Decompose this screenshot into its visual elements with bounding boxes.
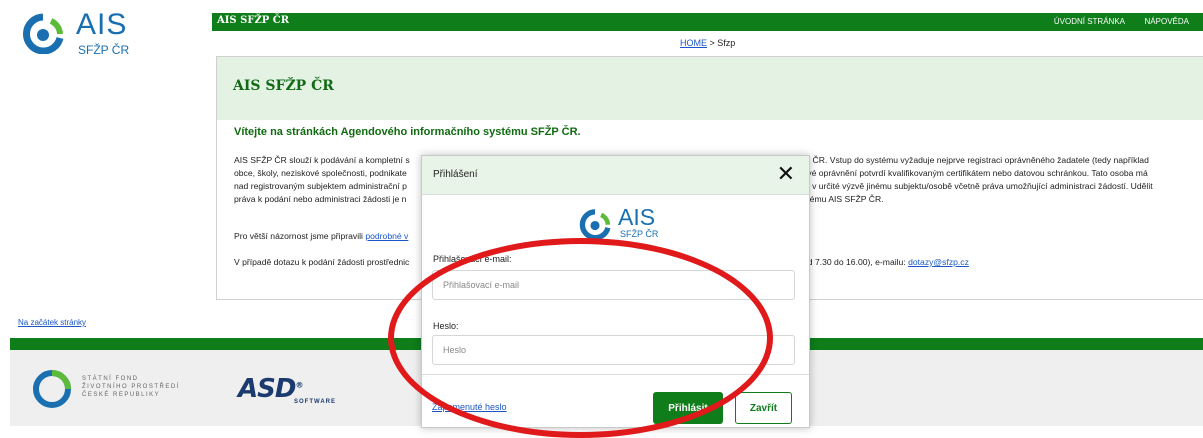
top-nav-bar: AIS SFŽP ČR ÚVODNÍ STRÁNKA NÁPOVĚDA (212, 13, 1203, 31)
ais-logo[interactable]: AIS SFŽP ČR (18, 8, 158, 60)
contact-hours: od 7.30 do 16.00), e-mailu: (803, 257, 906, 267)
forgot-password-link[interactable]: Zapomenuté heslo (432, 402, 507, 412)
contact-text-right: od 7.30 do 16.00), e-mailu: dotazy@sfzp.… (803, 256, 969, 269)
breadcrumb-separator: > (709, 38, 715, 48)
intro-text-right-4: stému AIS SFŽP ČR. (803, 194, 884, 204)
ais-logo-icon (23, 13, 64, 54)
password-label: Heslo: (433, 321, 459, 331)
modal-footer-divider (422, 374, 809, 375)
asd-registered-mark: ® (295, 380, 303, 390)
contact-email-link[interactable]: dotazy@sfzp.cz (908, 257, 969, 267)
guide-link[interactable]: podrobné v (365, 231, 408, 241)
close-button[interactable]: Zavřít (735, 392, 792, 424)
sfzp-text-line-3: ČESKÉ REPUBLIKY (82, 392, 161, 398)
guide-text: Pro větší názornost jsme připravili podr… (234, 230, 408, 243)
sfzp-text-line-1: STÁTNÍ FOND (82, 376, 139, 382)
logo-ais-text: AIS (76, 8, 128, 41)
panel-header: AIS SFŽP ČR (217, 57, 1203, 120)
email-field[interactable] (432, 270, 795, 300)
modal-ais-logo-icon (579, 209, 611, 240)
asd-software-text: SOFTWARE (294, 399, 336, 405)
login-button[interactable]: Přihlásit (653, 392, 723, 424)
breadcrumb: HOME > Sfzp (680, 38, 735, 48)
modal-header: Přihlášení ✕ (422, 156, 809, 195)
intro-text-right-2: své oprávnění potvrdí kvalifikovaným cer… (803, 168, 1148, 178)
modal-logo-sub-text: SFŽP ČR (620, 229, 659, 239)
sfzp-text-line-2: ŽIVOTNÍHO PROSTŘEDÍ (82, 384, 180, 390)
brand-title: AIS SFŽP ČR (217, 15, 290, 26)
contact-text-left: V případě dotazu k podání žádosti prostř… (234, 257, 410, 267)
login-modal: Přihlášení ✕ AIS SFŽP ČR Přihlašovací e-… (421, 155, 810, 428)
intro-text-right-1: dí ČR. Vstup do systému vyžaduje nejprve… (803, 155, 1149, 165)
intro-text-left-3: nad registrovaným subjektem administračn… (234, 181, 407, 191)
nav-home-link[interactable]: ÚVODNÍ STRÁNKA (1054, 17, 1125, 26)
guide-text-prefix: Pro větší názornost jsme připravili (234, 231, 363, 241)
modal-logo-ais-text: AIS (618, 204, 656, 230)
back-to-top-link[interactable]: Na začátek stránky (18, 318, 86, 327)
breadcrumb-current: Sfzp (717, 38, 736, 48)
welcome-heading: Vítejte na stránkách Agendového informač… (234, 126, 581, 138)
intro-text-left-1: AIS SFŽP ČR slouží k podávání a kompletn… (234, 155, 410, 165)
modal-logo: AIS SFŽP ČR (572, 204, 672, 244)
asd-logo-text: ASD (238, 374, 296, 404)
page-title: AIS SFŽP ČR (233, 78, 334, 94)
email-label: Přihlašovací e-mail: (433, 254, 512, 264)
close-icon[interactable]: ✕ (777, 163, 795, 185)
sfzp-logo-icon (33, 370, 71, 408)
modal-title: Přihlášení (433, 169, 478, 180)
intro-text-right-3: st v určité výzvě jinému subjektu/osobě … (803, 181, 1153, 191)
nav-help-link[interactable]: NÁPOVĚDA (1145, 17, 1189, 26)
asd-logo: ASD® (238, 374, 303, 404)
password-field[interactable] (432, 335, 795, 365)
breadcrumb-home-link[interactable]: HOME (680, 38, 707, 48)
sfzp-logo-text: STÁTNÍ FOND ŽIVOTNÍHO PROSTŘEDÍ ČESKÉ RE… (82, 375, 180, 399)
intro-text-left-2: obce, školy, neziskové společnosti, podn… (234, 168, 407, 178)
logo-sub-text: SFŽP ČR (78, 43, 130, 57)
intro-text-left-4: práva k podání nebo administraci žádosti… (234, 194, 407, 204)
